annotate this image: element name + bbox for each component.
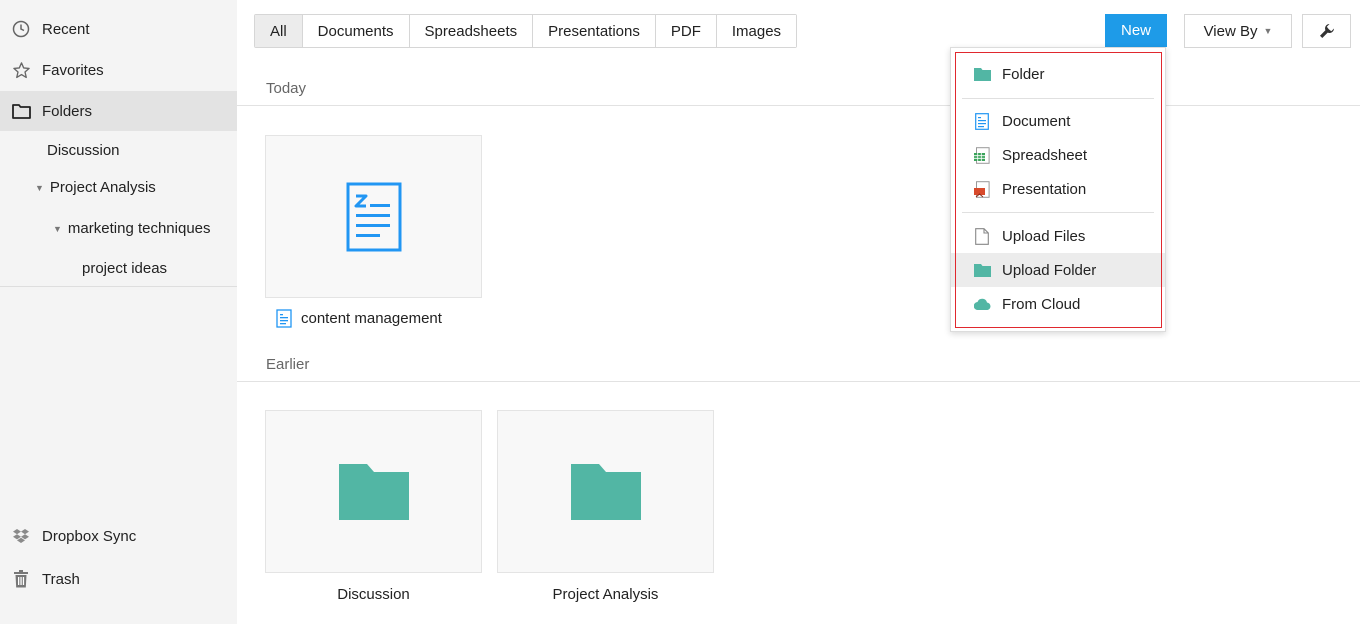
menu-item-label: Folder: [1002, 65, 1045, 83]
filter-tab-spreadsheets[interactable]: Spreadsheets: [409, 15, 534, 47]
dropbox-icon: [11, 526, 31, 546]
menu-item-from-cloud[interactable]: From Cloud: [951, 287, 1165, 321]
new-button[interactable]: New: [1105, 14, 1167, 47]
view-by-button[interactable]: View By ▼: [1184, 14, 1292, 48]
menu-item-label: Document: [1002, 112, 1071, 130]
sidebar-item-label: Folders: [42, 102, 93, 120]
section-label-earlier: Earlier: [266, 356, 310, 373]
folder-card-discussion[interactable]: [265, 410, 482, 573]
settings-button[interactable]: [1302, 14, 1351, 48]
sidebar-item-label: Favorites: [42, 61, 104, 79]
menu-item-folder[interactable]: Folder: [951, 57, 1165, 91]
filter-tab-presentations[interactable]: Presentations: [533, 15, 656, 47]
tree-item-label: Discussion: [47, 142, 120, 159]
folder-icon: [973, 65, 991, 83]
menu-item-upload-folder[interactable]: Upload Folder: [951, 253, 1165, 287]
menu-item-presentation[interactable]: Presentation: [951, 172, 1165, 206]
section-label-today: Today: [266, 80, 307, 97]
tree-item-label: Project Analysis: [49, 179, 156, 196]
sidebar-item-label: Dropbox Sync: [42, 527, 137, 545]
cloud-icon: [973, 295, 991, 313]
sidebar-item-trash[interactable]: Trash: [0, 559, 237, 599]
section-divider: [237, 105, 1360, 106]
spreadsheet-icon: [973, 146, 991, 164]
menu-item-label: Upload Files: [1002, 227, 1086, 245]
sidebar-divider: [0, 286, 237, 287]
presentation-icon: [973, 180, 991, 198]
folder-name[interactable]: Discussion: [265, 586, 482, 603]
tree-item-project-ideas[interactable]: project ideas: [82, 260, 167, 277]
folder-card-project-analysis[interactable]: [497, 410, 714, 573]
tree-item-project-analysis[interactable]: ▼ Project Analysis: [35, 179, 156, 196]
clock-icon: [11, 19, 31, 39]
sidebar-item-recent[interactable]: Recent: [0, 9, 237, 49]
file-icon: [973, 227, 991, 245]
menu-item-label: Presentation: [1002, 180, 1087, 198]
menu-item-label: Upload Folder: [1002, 261, 1097, 279]
sidebar-item-folders[interactable]: Folders: [0, 91, 237, 131]
filter-tab-documents[interactable]: Documents: [302, 15, 410, 47]
folder-upload-icon: [973, 261, 991, 279]
filter-tab-pdf[interactable]: PDF: [655, 15, 717, 47]
chevron-down-icon: ▼: [1263, 26, 1273, 36]
view-by-label: View By: [1203, 22, 1258, 40]
wrench-icon: [1319, 23, 1335, 39]
file-card-content-management[interactable]: [265, 135, 482, 298]
star-icon: [11, 60, 31, 80]
folder-name[interactable]: Project Analysis: [497, 586, 714, 603]
document-icon: [276, 309, 292, 328]
filter-tab-images[interactable]: Images: [716, 15, 797, 47]
tree-item-discussion[interactable]: Discussion: [47, 142, 120, 159]
file-caption[interactable]: content management: [276, 309, 442, 328]
menu-divider: [962, 98, 1154, 99]
sidebar-item-label: Recent: [42, 20, 90, 38]
document-icon: [973, 112, 991, 130]
menu-item-label: Spreadsheet: [1002, 146, 1088, 164]
menu-item-upload-files[interactable]: Upload Files: [951, 219, 1165, 253]
sidebar-item-dropbox-sync[interactable]: Dropbox Sync: [0, 516, 237, 556]
menu-item-spreadsheet[interactable]: Spreadsheet: [951, 138, 1165, 172]
caret-down-icon[interactable]: ▼: [35, 183, 44, 193]
filter-tab-all[interactable]: All: [255, 15, 303, 47]
folder-icon: [570, 463, 641, 520]
folder-outline-icon: [11, 101, 31, 121]
sidebar-item-favorites[interactable]: Favorites: [0, 50, 237, 90]
caret-down-icon[interactable]: ▼: [53, 224, 62, 234]
menu-divider: [962, 212, 1154, 213]
trash-icon: [11, 569, 31, 589]
folder-icon: [338, 463, 409, 520]
menu-item-document[interactable]: Document: [951, 104, 1165, 138]
tree-item-marketing-techniques[interactable]: ▼ marketing techniques: [53, 220, 211, 237]
writer-document-icon: [346, 182, 402, 252]
app-window: Recent Favorites Folders Discussion ▼ Pr…: [0, 0, 1360, 624]
tree-item-label: marketing techniques: [67, 220, 211, 237]
menu-item-label: From Cloud: [1002, 295, 1081, 313]
filter-tabs: All Documents Spreadsheets Presentations…: [254, 14, 798, 48]
file-name: content management: [301, 310, 442, 327]
section-divider: [237, 381, 1360, 382]
sidebar: Recent Favorites Folders Discussion ▼ Pr…: [0, 0, 237, 624]
sidebar-item-label: Trash: [42, 570, 80, 588]
tree-item-label: project ideas: [82, 260, 168, 277]
